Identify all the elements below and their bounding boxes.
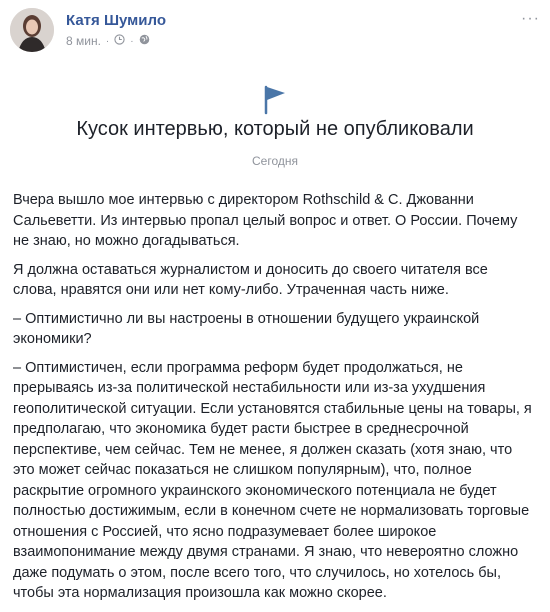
note-title: Кусок интервью, который не опубликовали: [76, 118, 474, 140]
post-meta: 8 мин. · ·: [66, 34, 150, 48]
post-card: Катя Шумило 8 мин. · · ··· Кусок интервь…: [0, 0, 550, 607]
author-name[interactable]: Катя Шумило: [66, 12, 166, 29]
avatar[interactable]: [10, 8, 54, 52]
globe-icon[interactable]: [139, 34, 150, 48]
note-paragraph: – Оптимистично ли вы настроены в отношен…: [13, 310, 480, 348]
note-body: Вчера вышло мое интервью с директором Ro…: [13, 190, 533, 612]
more-options-icon[interactable]: ···: [521, 10, 540, 28]
separator-dot: ·: [130, 35, 134, 47]
note-paragraph: Вчера вышло мое интервью с директором Ro…: [13, 192, 518, 249]
clock-icon: [114, 34, 125, 48]
note-date: Сегодня: [252, 154, 298, 168]
flag-icon: [258, 82, 292, 116]
note-paragraph: Я должна оставаться журналистом и доноси…: [13, 261, 488, 299]
post-header: Катя Шумило 8 мин. · · ···: [10, 8, 540, 56]
note-paragraph: – Оптимистичен, если программа реформ бу…: [13, 359, 532, 602]
post-time[interactable]: 8 мин.: [66, 34, 101, 48]
separator-dot: ·: [105, 35, 110, 47]
